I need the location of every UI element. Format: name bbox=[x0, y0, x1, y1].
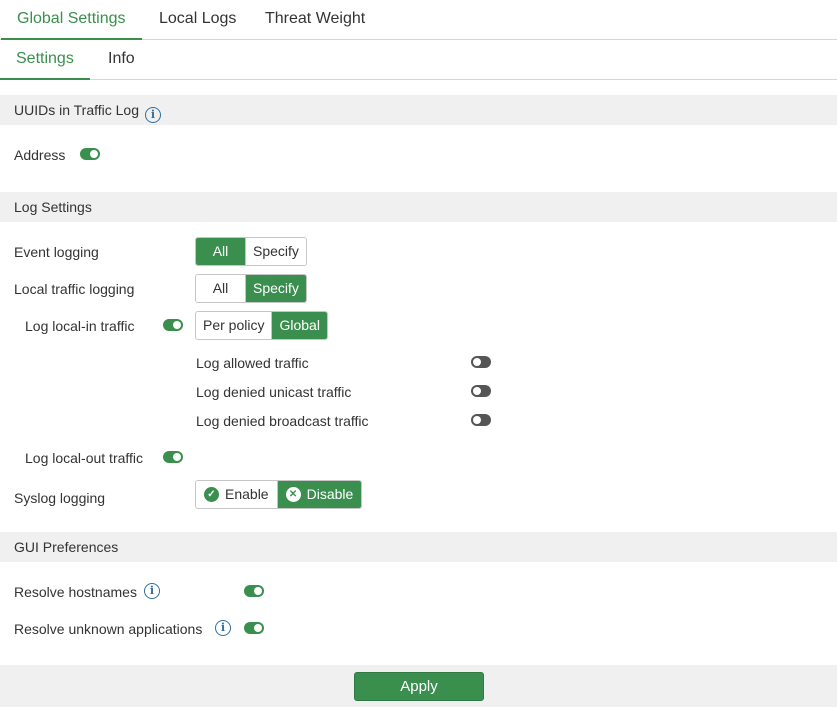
log-settings-header: Log Settings bbox=[0, 192, 837, 222]
log-denied-unicast-toggle[interactable] bbox=[471, 385, 491, 397]
log-allowed-traffic-label: Log allowed traffic bbox=[196, 355, 309, 371]
gui-preferences-title: GUI Preferences bbox=[14, 539, 119, 555]
uuids-section-header: UUIDs in Traffic Log i bbox=[0, 95, 837, 125]
log-denied-unicast-label: Log denied unicast traffic bbox=[196, 384, 352, 400]
tab-threat-weight[interactable]: Threat Weight bbox=[249, 0, 381, 40]
address-label: Address bbox=[14, 147, 66, 163]
log-local-in-selector: Per policy Global bbox=[195, 311, 328, 340]
syslog-disable-label: Disable bbox=[306, 486, 354, 502]
info-icon[interactable]: i bbox=[144, 583, 160, 599]
syslog-logging-selector: ✓ Enable ✕ Disable bbox=[195, 480, 363, 509]
sub-tab-bar: Settings Info bbox=[0, 40, 837, 80]
syslog-logging-label: Syslog logging bbox=[14, 490, 106, 506]
info-icon[interactable]: i bbox=[145, 107, 162, 123]
local-traffic-logging-label: Local traffic logging bbox=[14, 281, 135, 297]
syslog-enable-option[interactable]: ✓ Enable bbox=[196, 481, 277, 508]
log-local-in-label: Log local-in traffic bbox=[25, 318, 135, 334]
resolve-hostnames-toggle[interactable] bbox=[244, 585, 264, 597]
resolve-unknown-apps-label: Resolve unknown applications bbox=[14, 621, 203, 637]
main-tab-bar: Global Settings Local Logs Threat Weight bbox=[0, 0, 837, 40]
log-local-in-per-policy-option[interactable]: Per policy bbox=[196, 312, 272, 339]
log-local-in-global-option[interactable]: Global bbox=[271, 312, 327, 339]
apply-button[interactable]: Apply bbox=[354, 672, 484, 701]
check-circle-icon: ✓ bbox=[204, 487, 219, 502]
subtab-info[interactable]: Info bbox=[92, 40, 151, 80]
event-logging-specify-option[interactable]: Specify bbox=[245, 238, 306, 265]
local-traffic-specify-option[interactable]: Specify bbox=[245, 275, 306, 302]
log-local-in-toggle[interactable] bbox=[163, 319, 183, 331]
resolve-hostnames-label: Resolve hostnames bbox=[14, 584, 137, 600]
footer-bar: Apply bbox=[0, 665, 837, 707]
gui-preferences-header: GUI Preferences bbox=[0, 532, 837, 562]
address-toggle[interactable] bbox=[80, 148, 100, 160]
resolve-unknown-apps-toggle[interactable] bbox=[244, 622, 264, 634]
event-logging-selector: All Specify bbox=[195, 237, 307, 266]
event-logging-all-option[interactable]: All bbox=[196, 238, 245, 265]
info-icon[interactable]: i bbox=[215, 620, 231, 636]
log-allowed-traffic-toggle[interactable] bbox=[471, 356, 491, 368]
subtab-settings[interactable]: Settings bbox=[0, 40, 90, 80]
event-logging-label: Event logging bbox=[14, 244, 99, 260]
syslog-disable-option[interactable]: ✕ Disable bbox=[276, 481, 362, 508]
log-settings-title: Log Settings bbox=[14, 199, 92, 215]
tab-local-logs[interactable]: Local Logs bbox=[143, 0, 252, 40]
log-denied-broadcast-toggle[interactable] bbox=[471, 414, 491, 426]
log-denied-broadcast-label: Log denied broadcast traffic bbox=[196, 413, 369, 429]
close-circle-icon: ✕ bbox=[285, 487, 301, 502]
log-local-out-label: Log local-out traffic bbox=[25, 450, 144, 466]
tab-global-settings[interactable]: Global Settings bbox=[1, 0, 142, 40]
syslog-enable-label: Enable bbox=[225, 486, 269, 502]
local-traffic-all-option[interactable]: All bbox=[196, 275, 245, 302]
local-traffic-logging-selector: All Specify bbox=[195, 274, 307, 303]
uuids-section-title: UUIDs in Traffic Log bbox=[14, 102, 140, 118]
log-local-out-toggle[interactable] bbox=[163, 451, 183, 463]
